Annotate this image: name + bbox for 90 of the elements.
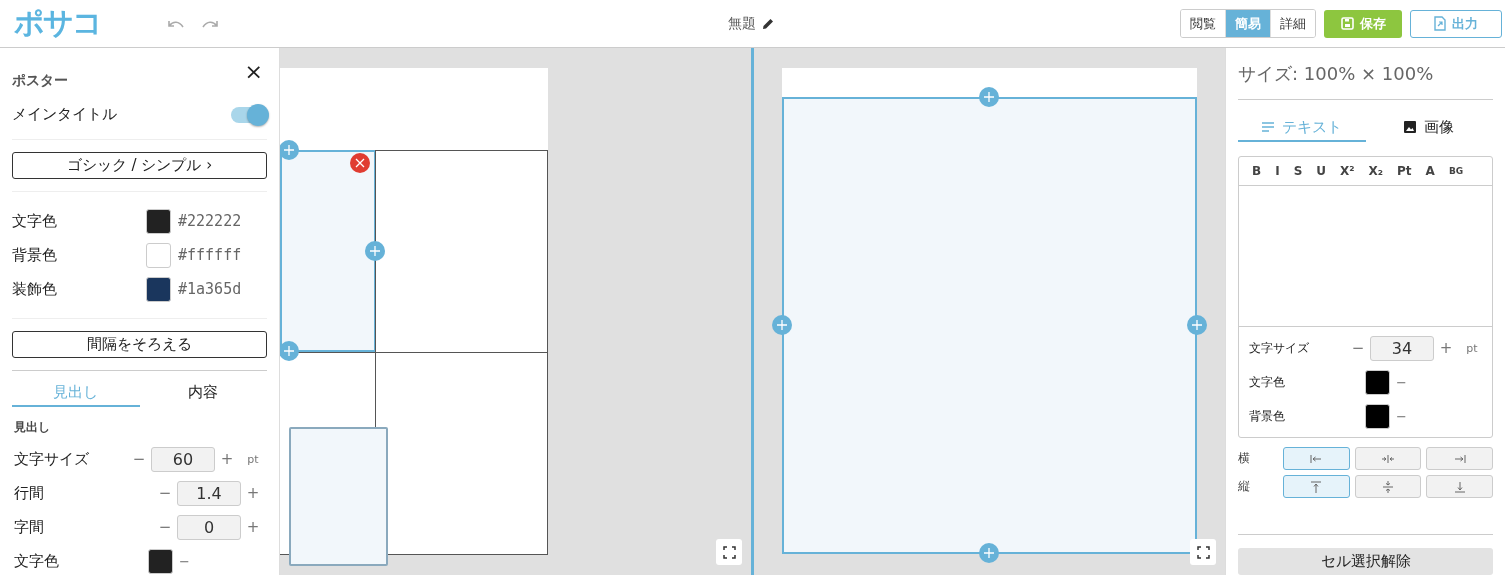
panel-tab[interactable]: 画像 xyxy=(1365,114,1493,142)
document-title[interactable]: 無題 xyxy=(728,14,756,33)
plus-icon xyxy=(984,548,994,558)
section-heading: 見出し xyxy=(14,419,51,436)
increase-button[interactable]: + xyxy=(241,518,265,536)
empty-value: − xyxy=(1396,408,1407,424)
number-field[interactable]: 1.4 xyxy=(177,480,241,506)
align-label: 縦 xyxy=(1238,478,1251,495)
size-label: サイズ: 100% × 100% xyxy=(1238,48,1493,100)
fullscreen-button[interactable] xyxy=(716,539,742,565)
align-button[interactable] xyxy=(1354,447,1422,470)
mode-tab[interactable]: 詳細 xyxy=(1270,10,1315,37)
toggle-label: メインタイトル xyxy=(12,105,117,124)
align-button[interactable] xyxy=(1354,475,1422,498)
format-button[interactable]: S xyxy=(1288,164,1308,178)
undo-icon xyxy=(167,18,185,29)
align-label: 横 xyxy=(1238,450,1251,467)
deselect-cell-button[interactable]: セル選択解除 xyxy=(1238,548,1493,575)
redo-icon xyxy=(201,18,219,29)
field-label: 行間 xyxy=(14,483,45,503)
plus-icon xyxy=(284,346,294,356)
field-label: 文字色 xyxy=(1249,373,1286,391)
plus-icon xyxy=(370,246,380,256)
format-button[interactable]: X² xyxy=(1335,164,1360,178)
field-label: 文字色 xyxy=(14,551,60,571)
color-value: #ffffff xyxy=(178,246,242,264)
close-icon xyxy=(355,158,365,168)
align-button[interactable] xyxy=(1283,475,1350,498)
panel-tab[interactable]: 内容 xyxy=(139,379,267,407)
field-label: 文字サイズ xyxy=(1249,339,1310,357)
align-button[interactable] xyxy=(1426,447,1493,470)
color-swatch[interactable] xyxy=(146,242,171,268)
plus-icon xyxy=(777,320,787,330)
image-icon xyxy=(1404,121,1417,133)
format-button[interactable]: Pt xyxy=(1392,164,1417,178)
decrease-button[interactable]: − xyxy=(153,484,177,502)
color-swatch[interactable] xyxy=(1365,369,1390,395)
fullscreen-icon xyxy=(722,545,736,559)
field-label: 字間 xyxy=(14,517,45,537)
layout-cell[interactable] xyxy=(375,150,548,353)
font-style-button[interactable]: ゴシック / シンプル › xyxy=(12,152,267,179)
format-button[interactable]: A xyxy=(1420,164,1440,178)
increase-button[interactable]: + xyxy=(1434,339,1458,357)
increase-button[interactable]: + xyxy=(241,484,265,502)
color-value: #1a365d xyxy=(178,280,242,298)
plus-icon xyxy=(284,145,294,155)
align-spacing-button[interactable]: 間隔をそろえる xyxy=(12,331,267,358)
panel-title: ポスター xyxy=(12,72,68,90)
unit-label: pt xyxy=(1465,341,1479,355)
number-field[interactable]: 34 xyxy=(1370,335,1434,361)
plus-icon xyxy=(1192,320,1202,330)
number-field[interactable]: 60 xyxy=(151,446,215,472)
add-handle[interactable] xyxy=(1187,315,1207,335)
color-swatch[interactable] xyxy=(148,548,173,574)
format-button[interactable]: X₂ xyxy=(1363,164,1389,178)
color-label: 装飾色 xyxy=(12,279,58,299)
format-button[interactable]: I xyxy=(1270,164,1285,178)
align-button[interactable] xyxy=(1426,475,1493,498)
color-label: 文字色 xyxy=(12,211,58,231)
pencil-icon[interactable] xyxy=(762,17,774,30)
fullscreen-button[interactable] xyxy=(1190,539,1216,565)
color-swatch[interactable] xyxy=(146,208,171,234)
field-label: 文字サイズ xyxy=(14,449,90,469)
toggle-switch[interactable] xyxy=(231,106,267,123)
format-button[interactable]: B xyxy=(1247,164,1267,178)
field-label: 背景色 xyxy=(1249,407,1286,425)
layout-cell[interactable] xyxy=(280,150,376,352)
empty-value: − xyxy=(1396,374,1407,390)
align-button[interactable] xyxy=(1283,447,1350,470)
empty-value: − xyxy=(179,553,190,569)
align-middle-icon xyxy=(1380,479,1396,494)
color-swatch[interactable] xyxy=(1365,403,1390,429)
color-label: 背景色 xyxy=(12,245,58,265)
increase-button[interactable]: + xyxy=(215,450,239,468)
format-button[interactable]: U xyxy=(1311,164,1332,178)
decrease-button[interactable]: − xyxy=(1346,339,1370,357)
color-value: #222222 xyxy=(178,212,242,230)
color-swatch[interactable] xyxy=(146,276,171,302)
format-button[interactable]: BG xyxy=(1443,166,1469,176)
plus-icon xyxy=(984,92,994,102)
decrease-button[interactable]: − xyxy=(127,450,151,468)
text-lines-icon xyxy=(1261,122,1274,132)
file-icon xyxy=(1434,16,1446,31)
close-button[interactable]: × xyxy=(240,59,267,84)
add-handle[interactable] xyxy=(979,543,999,563)
number-field[interactable]: 0 xyxy=(177,514,241,540)
decrease-button[interactable]: − xyxy=(153,518,177,536)
add-handle[interactable] xyxy=(772,315,792,335)
unit-label: pt xyxy=(246,452,260,466)
fullscreen-icon xyxy=(1196,545,1210,559)
